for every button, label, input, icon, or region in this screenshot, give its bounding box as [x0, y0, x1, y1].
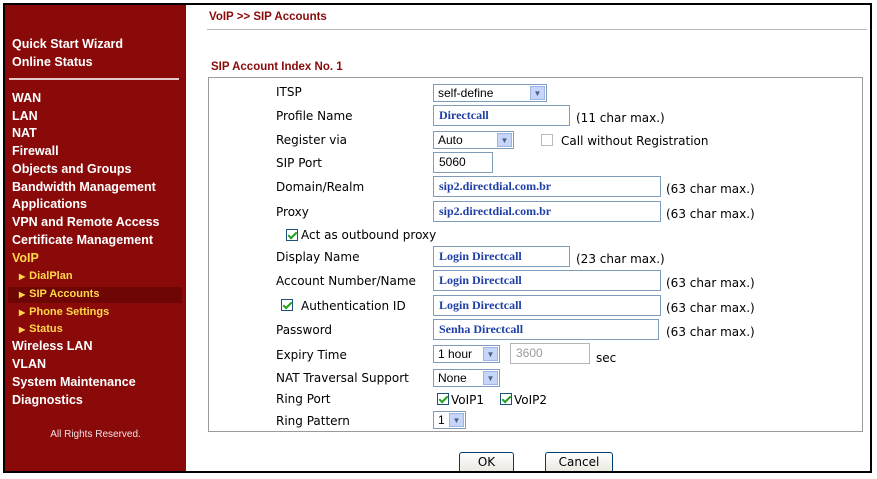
- chevron-down-icon: ▼: [497, 133, 512, 147]
- profile-name-input[interactable]: Directcall: [433, 105, 570, 126]
- ring-port-label: Ring Port: [276, 392, 331, 406]
- call-without-registration-label: Call without Registration: [561, 134, 709, 148]
- display-name-input[interactable]: Login Directcall: [433, 246, 570, 267]
- proxy-label: Proxy: [276, 205, 309, 219]
- sidebar-item-vlan[interactable]: VLAN: [12, 357, 46, 371]
- chevron-down-icon: ▼: [449, 413, 464, 427]
- sidebar-item-lan[interactable]: LAN: [12, 109, 38, 123]
- sidebar-item-bandwidth-management[interactable]: Bandwidth Management: [12, 180, 156, 194]
- ring-port-voip1-checkbox[interactable]: [437, 393, 449, 405]
- itsp-select-value: self-define: [438, 86, 494, 100]
- register-via-select[interactable]: Auto ▼: [433, 131, 514, 149]
- authentication-id-label: Authentication ID: [301, 299, 406, 313]
- triangle-right-icon: ▶: [19, 272, 26, 281]
- sidebar-item-online-status[interactable]: Online Status: [12, 55, 93, 69]
- ring-port-voip2-label: VoIP2: [514, 393, 548, 407]
- breadcrumb-divider: [207, 29, 867, 30]
- cancel-button[interactable]: Cancel: [545, 452, 613, 471]
- sidebar-item-applications[interactable]: Applications: [12, 197, 87, 211]
- sidebar-subitem-label: Phone Settings: [29, 306, 110, 318]
- authentication-id-checkbox[interactable]: [281, 299, 293, 311]
- chevron-down-icon: ▼: [483, 371, 498, 385]
- profile-name-label: Profile Name: [276, 109, 353, 123]
- sidebar-subitem-status[interactable]: ▶ Status: [19, 323, 63, 335]
- sip-port-input[interactable]: 5060: [433, 152, 493, 173]
- proxy-note: (63 char max.): [666, 207, 755, 221]
- ring-pattern-label: Ring Pattern: [276, 414, 350, 428]
- chevron-down-icon: ▼: [483, 347, 498, 361]
- sidebar-subitem-label: SIP Accounts: [29, 288, 100, 300]
- expiry-time-select-value: 1 hour: [438, 347, 473, 361]
- sidebar-divider: [9, 78, 179, 80]
- authentication-id-note: (63 char max.): [666, 301, 755, 315]
- authentication-id-input[interactable]: Login Directcall: [433, 295, 661, 316]
- sidebar-item-voip[interactable]: VoIP: [12, 251, 39, 265]
- triangle-right-icon: ▶: [19, 308, 26, 317]
- itsp-select[interactable]: self-define ▼: [433, 84, 547, 102]
- register-via-label: Register via: [276, 133, 348, 147]
- sidebar-subitem-sip-accounts[interactable]: ▶ SIP Accounts: [19, 288, 99, 300]
- sidebar-item-firewall[interactable]: Firewall: [12, 144, 59, 158]
- outbound-proxy-checkbox[interactable]: [286, 229, 298, 241]
- ring-pattern-select[interactable]: 1 ▼: [433, 411, 466, 429]
- nat-traversal-select[interactable]: None ▼: [433, 369, 500, 387]
- sidebar-item-quick-start-wizard[interactable]: Quick Start Wizard: [12, 37, 123, 51]
- sidebar-item-certificate-management[interactable]: Certificate Management: [12, 233, 153, 247]
- section-title: SIP Account Index No. 1: [211, 61, 343, 73]
- router-config-window: Quick Start Wizard Online Status WAN LAN…: [3, 3, 872, 473]
- sidebar-subitem-label: DialPlan: [29, 270, 73, 282]
- expiry-time-label: Expiry Time: [276, 348, 347, 362]
- sidebar-subitem-label: Status: [29, 323, 63, 335]
- ring-pattern-select-value: 1: [438, 413, 445, 427]
- register-via-select-value: Auto: [438, 133, 463, 147]
- ok-button[interactable]: OK: [459, 452, 514, 471]
- sidebar-subitem-phone-settings[interactable]: ▶ Phone Settings: [19, 306, 109, 318]
- expiry-seconds-unit: sec: [596, 351, 617, 365]
- expiry-time-select[interactable]: 1 hour ▼: [433, 345, 500, 363]
- chevron-down-icon: ▼: [530, 86, 545, 100]
- domain-realm-input[interactable]: sip2.directdial.com.br: [433, 176, 661, 197]
- sidebar: Quick Start Wizard Online Status WAN LAN…: [5, 5, 186, 471]
- password-label: Password: [276, 323, 333, 337]
- nat-traversal-label: NAT Traversal Support: [276, 371, 409, 385]
- expiry-seconds-input[interactable]: 3600: [510, 343, 590, 364]
- profile-name-note: (11 char max.): [576, 111, 665, 125]
- account-number-input[interactable]: Login Directcall: [433, 270, 661, 291]
- account-number-note: (63 char max.): [666, 276, 755, 290]
- copyright-footer: All Rights Reserved.: [50, 429, 141, 440]
- sidebar-item-nat[interactable]: NAT: [12, 126, 37, 140]
- itsp-label: ITSP: [276, 85, 302, 99]
- domain-realm-note: (63 char max.): [666, 182, 755, 196]
- ring-port-voip1-label: VoIP1: [451, 393, 485, 407]
- account-number-label: Account Number/Name: [276, 274, 416, 288]
- sidebar-item-vpn-and-remote-access[interactable]: VPN and Remote Access: [12, 215, 160, 229]
- display-name-label: Display Name: [276, 250, 360, 264]
- breadcrumb: VoIP >> SIP Accounts: [209, 11, 327, 23]
- password-input[interactable]: Senha Directcall: [433, 319, 659, 340]
- ring-port-voip2-checkbox[interactable]: [500, 393, 512, 405]
- triangle-right-icon: ▶: [19, 325, 26, 334]
- sidebar-item-objects-and-groups[interactable]: Objects and Groups: [12, 162, 131, 176]
- nat-traversal-select-value: None: [438, 371, 467, 385]
- call-without-registration-checkbox[interactable]: [541, 134, 553, 146]
- sidebar-item-system-maintenance[interactable]: System Maintenance: [12, 375, 136, 389]
- password-note: (63 char max.): [666, 325, 755, 339]
- display-name-note: (23 char max.): [576, 252, 665, 266]
- triangle-right-icon: ▶: [19, 290, 26, 299]
- sidebar-item-wireless-lan[interactable]: Wireless LAN: [12, 339, 92, 353]
- proxy-input[interactable]: sip2.directdial.com.br: [433, 201, 661, 222]
- sip-port-label: SIP Port: [276, 156, 322, 170]
- sidebar-item-wan[interactable]: WAN: [12, 91, 41, 105]
- outbound-proxy-label: Act as outbound proxy: [301, 228, 437, 242]
- sidebar-subitem-dialplan[interactable]: ▶ DialPlan: [19, 270, 73, 282]
- domain-realm-label: Domain/Realm: [276, 180, 365, 194]
- sidebar-item-diagnostics[interactable]: Diagnostics: [12, 393, 83, 407]
